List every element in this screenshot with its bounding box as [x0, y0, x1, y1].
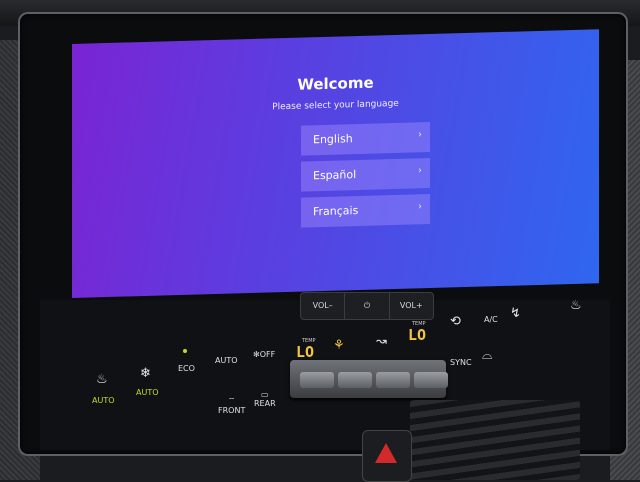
chevron-right-icon: ›: [418, 201, 422, 213]
rear-defrost-icon[interactable]: ⌓: [482, 348, 492, 363]
hazard-triangle-icon: [375, 443, 397, 463]
air-vent[interactable]: [410, 400, 580, 480]
language-label: English: [313, 132, 353, 147]
front-defrost-icon: ⌔: [227, 396, 236, 405]
fan-speed-knob[interactable]: [338, 372, 372, 388]
fan-speed-knob[interactable]: [376, 372, 410, 388]
seat-airflow-icon: ⚘: [333, 338, 345, 353]
language-option-francais[interactable]: Français ›: [301, 194, 430, 228]
language-label: Français: [313, 204, 359, 219]
language-option-espanol[interactable]: Español ›: [301, 158, 430, 192]
eco-indicator-led: [183, 349, 187, 353]
left-temp-display: LO: [296, 343, 315, 361]
audio-button-row: VOL– ⏻ VOL+: [300, 292, 434, 320]
fan-icon: ✻: [253, 350, 260, 359]
auto-button[interactable]: AUTO: [215, 356, 238, 365]
rear-defrost-icon: ▭: [261, 390, 269, 399]
seat-ventilation-icon: ❄: [140, 366, 151, 381]
chevron-right-icon: ›: [418, 165, 422, 177]
infotainment-screen: Welcome Please select your language Engl…: [72, 29, 599, 299]
right-temp-display: LO: [408, 326, 427, 344]
volume-down-button[interactable]: VOL–: [301, 293, 346, 319]
fan-off-button[interactable]: ✻OFF: [253, 350, 275, 359]
seat-heater-auto-button[interactable]: AUTO: [92, 396, 115, 405]
seat-ventilation-auto-button[interactable]: AUTO: [136, 388, 159, 397]
hazard-button[interactable]: [362, 430, 412, 482]
volume-up-button[interactable]: VOL+: [390, 293, 433, 319]
power-button[interactable]: ⏻: [345, 293, 390, 319]
vent-mode-icon[interactable]: ↯: [510, 306, 521, 321]
fan-speed-knob[interactable]: [414, 372, 448, 388]
fan-speed-knob[interactable]: [300, 372, 334, 388]
chevron-right-icon: ›: [418, 129, 422, 141]
seat-heater-icon: ♨: [96, 372, 108, 387]
fan-speed-buttons: [300, 372, 448, 388]
recirculation-icon[interactable]: ⟲: [450, 314, 461, 329]
airflow-mode-icon[interactable]: ↝: [376, 334, 387, 349]
rear-defrost-button[interactable]: ▭ REAR: [254, 390, 276, 408]
language-option-english[interactable]: English ›: [301, 122, 430, 156]
ac-button[interactable]: A/C: [484, 315, 498, 324]
sync-button[interactable]: SYNC: [450, 358, 472, 367]
front-defrost-button[interactable]: ⌔ FRONT: [218, 396, 245, 415]
eco-button[interactable]: ECO: [178, 364, 195, 373]
language-label: Español: [313, 168, 357, 183]
right-seat-heater-icon[interactable]: ♨: [570, 298, 582, 313]
